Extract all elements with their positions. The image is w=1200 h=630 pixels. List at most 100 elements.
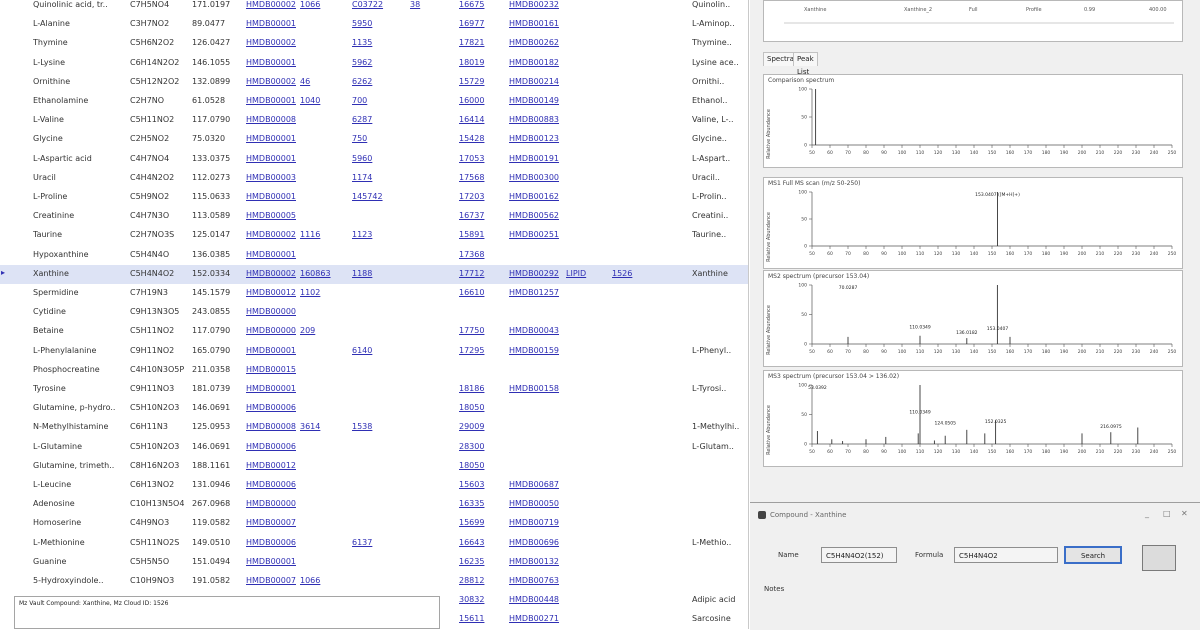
table-row[interactable]: L-Valine C5H11NO2 117.0790 HMDB0000883 6287 1… xyxy=(0,111,748,130)
cell-hmdb[interactable]: HMDB0000132 xyxy=(246,557,296,567)
cell-hmdb-alt[interactable]: HMDB00562 xyxy=(509,211,561,221)
cell-chebi[interactable]: 17750 xyxy=(459,326,505,336)
table-row[interactable]: Guanine C5H5N5O 151.0494 HMDB0000132 16235 HM… xyxy=(0,553,748,572)
cell-chebi[interactable]: 18019 xyxy=(459,58,505,68)
cell-chebi[interactable]: 16235 xyxy=(459,557,505,567)
cell-chebi[interactable]: 16737 xyxy=(459,211,505,221)
cell-hmdb-alt[interactable]: HMDB00182 xyxy=(509,58,561,68)
cell-hmdb-alt[interactable]: HMDB00043 xyxy=(509,326,561,336)
tab-peak-list[interactable]: Peak List xyxy=(793,52,818,76)
cell-hmdb[interactable]: HMDB0000191 xyxy=(246,154,296,164)
cell-chebi[interactable]: 17368 xyxy=(459,250,505,260)
cell-hmdb[interactable]: HMDB0000300 xyxy=(246,173,296,183)
cell-pubchem[interactable]: 209 xyxy=(300,326,346,336)
cell-hmdb[interactable]: HMDB0000123 xyxy=(246,134,296,144)
cell-hmdb-alt[interactable]: HMDB00719 xyxy=(509,518,561,528)
table-row[interactable]: Spermidine C7H19N3 145.1579 HMDB0001257 1102… xyxy=(0,284,748,303)
cell-hmdb-alt[interactable]: HMDB00159 xyxy=(509,346,561,356)
cell-hmdb-alt[interactable]: HMDB00292 xyxy=(509,269,561,279)
cell-pubchem[interactable]: 1066 xyxy=(300,576,346,586)
table-row[interactable]: ▸ Xanthine C5H4N4O2 152.0334 HMDB0000292 1608… xyxy=(0,264,748,284)
cell-hmdb[interactable]: HMDB0000161 xyxy=(246,19,296,29)
cell-chemspider[interactable]: 700 xyxy=(352,96,402,106)
cell-hmdb[interactable]: HMDB0001201 xyxy=(246,461,296,471)
cell-chemspider[interactable]: 5950 xyxy=(352,19,402,29)
cell-hmdb-alt[interactable]: HMDB00262 xyxy=(509,38,561,48)
cell-hmdb[interactable]: HMDB0000157 xyxy=(246,250,296,260)
cell-chebi[interactable]: 17053 xyxy=(459,154,505,164)
table-row[interactable]: Cytidine C9H13N3O5 243.0855 HMDB0000089 xyxy=(0,303,748,322)
cell-chebi[interactable]: 18050 xyxy=(459,403,505,413)
table-row[interactable]: L-Lysine C6H14N2O2 146.1055 HMDB0000182 5962… xyxy=(0,54,748,73)
table-row[interactable]: L-Methionine C5H11NO2S 149.0510 HMDB0000696… xyxy=(0,534,748,553)
cell-hmdb[interactable]: HMDB0000149 xyxy=(246,96,296,106)
close-button[interactable]: ✕ xyxy=(1181,509,1188,518)
cell-chebi[interactable]: 30832 xyxy=(459,595,505,605)
cell-chebi[interactable]: 15603 xyxy=(459,480,505,490)
cell-chemspider[interactable]: 145742 xyxy=(352,192,402,202)
cell-pubchem[interactable]: 1102 xyxy=(300,288,346,298)
cell-chebi[interactable]: 17295 xyxy=(459,346,505,356)
cell-hmdb-alt[interactable]: HMDB00251 xyxy=(509,230,561,240)
table-row[interactable]: L-Leucine C6H13NO2 131.0946 HMDB0000687 1560… xyxy=(0,476,748,495)
table-row[interactable]: 5-Hydroxyindole.. C10H9NO3 191.0582 HMDB000… xyxy=(0,572,748,591)
cell-chebi[interactable]: 16675 xyxy=(459,0,505,10)
table-row[interactable]: Glutamine, p-hydro.. C5H10N2O3 146.0691 HMD… xyxy=(0,399,748,418)
cell-pubchem[interactable]: 3614 xyxy=(300,422,346,432)
table-row[interactable]: L-Proline C5H9NO2 115.0633 HMDB0000162 14574… xyxy=(0,188,748,207)
cell-chebi[interactable]: 16000 xyxy=(459,96,505,106)
table-row[interactable]: Tyrosine C9H11NO3 181.0739 HMDB0000158 18186… xyxy=(0,380,748,399)
cell-mzcloud[interactable]: 1526 xyxy=(612,269,648,279)
name-field[interactable]: C5H4N4O2(152) xyxy=(821,547,897,563)
table-row[interactable]: Uracil C4H4N2O2 112.0273 HMDB0000300 1174 175… xyxy=(0,169,748,188)
cell-hmdb[interactable]: HMDB0000641 xyxy=(246,403,296,413)
cell-chebi[interactable]: 17821 xyxy=(459,38,505,48)
table-row[interactable]: Hypoxanthine C5H4N4O 136.0385 HMDB0000157 17… xyxy=(0,246,748,265)
cell-chemspider[interactable]: 1135 xyxy=(352,38,402,48)
cell-hmdb-alt[interactable]: HMDB00696 xyxy=(509,538,561,548)
cell-chemspider[interactable]: 6262 xyxy=(352,77,402,87)
formula-field[interactable]: C5H4N4O2 xyxy=(954,547,1058,563)
cell-chebi[interactable]: 28812 xyxy=(459,576,505,586)
cell-chebi[interactable]: 16610 xyxy=(459,288,505,298)
cell-pubchem[interactable]: 1066 xyxy=(300,0,346,10)
cell-hmdb-alt[interactable]: HMDB00883 xyxy=(509,115,561,125)
cell-hmdb-alt[interactable]: HMDB00214 xyxy=(509,77,561,87)
cell-chemspider[interactable]: 750 xyxy=(352,134,402,144)
cell-chebi[interactable]: 17568 xyxy=(459,173,505,183)
table-row[interactable]: L-Alanine C3H7NO2 89.0477 HMDB0000161 5950 16… xyxy=(0,15,748,34)
cell-hmdb-alt[interactable]: HMDB00191 xyxy=(509,154,561,164)
cell-hmdb[interactable]: HMDB0000687 xyxy=(246,480,296,490)
cell-hmdb-alt[interactable]: HMDB00271 xyxy=(509,614,561,624)
aux-button[interactable] xyxy=(1142,545,1176,571)
cell-chebi[interactable]: 18050 xyxy=(459,461,505,471)
cell-hmdb[interactable]: HMDB0000763 xyxy=(246,576,296,586)
cell-hmdb-alt[interactable]: HMDB00158 xyxy=(509,384,561,394)
cell-chemspider[interactable]: 6287 xyxy=(352,115,402,125)
cell-chemspider[interactable]: 1188 xyxy=(352,269,402,279)
cell-pubchem[interactable]: 46 xyxy=(300,77,346,87)
table-row[interactable]: Creatinine C4H7N3O 113.0589 HMDB0000562 1673… xyxy=(0,207,748,226)
cell-hmdb[interactable]: HMDB0000562 xyxy=(246,211,296,221)
cell-hmdb[interactable]: HMDB0000251 xyxy=(246,230,296,240)
cell-hmdb[interactable]: HMDB0000214 xyxy=(246,77,296,87)
cell-hmdb-alt[interactable]: HMDB00050 xyxy=(509,499,561,509)
cell-chemspider[interactable]: 5962 xyxy=(352,58,402,68)
cell-hmdb-alt[interactable]: HMDB00448 xyxy=(509,595,561,605)
table-row[interactable]: Quinolinic acid, tr.. C7H5NO4 171.0197 HMDB… xyxy=(0,0,748,15)
cell-hmdb[interactable]: HMDB0001511 xyxy=(246,365,296,375)
table-row[interactable]: N-Methylhistamine C6H11N3 125.0953 HMDB0000… xyxy=(0,418,748,437)
table-row[interactable]: Glycine C2H5NO2 75.0320 HMDB0000123 750 15428… xyxy=(0,130,748,149)
cell-hmdb-alt[interactable]: HMDB00300 xyxy=(509,173,561,183)
cell-chebi[interactable]: 15699 xyxy=(459,518,505,528)
cell-hmdb[interactable]: HMDB0000182 xyxy=(246,58,296,68)
cell-hmdb[interactable]: HMDB0000641 xyxy=(246,442,296,452)
table-row[interactable]: L-Glutamine C5H10N2O3 146.0691 HMDB0000641 2… xyxy=(0,438,748,457)
cell-chebi[interactable]: 29009 xyxy=(459,422,505,432)
cell-pubchem[interactable]: 1116 xyxy=(300,230,346,240)
cell-hmdb[interactable]: HMDB0000050 xyxy=(246,499,296,509)
table-row[interactable]: Ornithine C5H12N2O2 132.0899 HMDB0000214 46 6… xyxy=(0,73,748,92)
table-row[interactable]: Glutamine, trimeth.. C8H16N2O3 188.1161 HMD… xyxy=(0,457,748,476)
cell-chebi[interactable]: 28300 xyxy=(459,442,505,452)
cell-hmdb[interactable]: HMDB0000043 xyxy=(246,326,296,336)
